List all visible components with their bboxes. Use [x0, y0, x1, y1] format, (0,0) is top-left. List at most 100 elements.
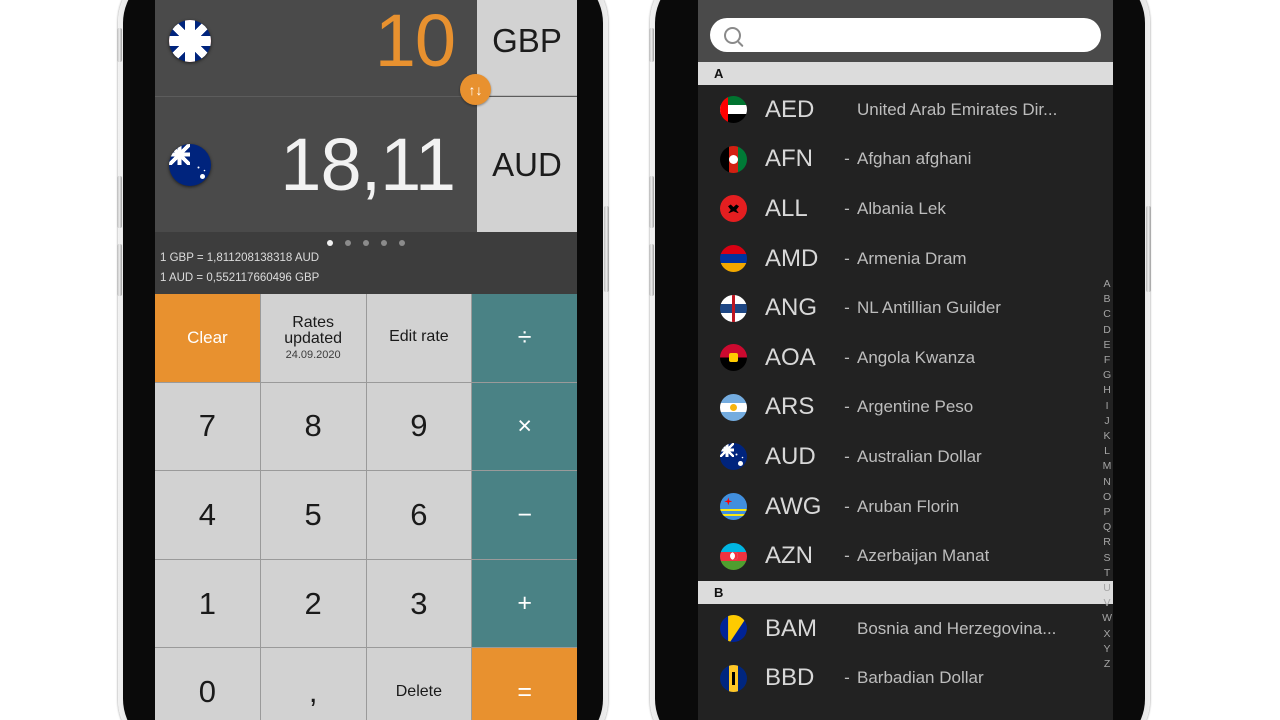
- page-dot-1[interactable]: [327, 240, 333, 246]
- rate-line-reverse: 1 AUD = 0,552117660496 GBP: [160, 271, 320, 284]
- key-delete[interactable]: Delete: [366, 648, 472, 720]
- currency-code: ALL: [765, 194, 808, 222]
- key-edit-rate[interactable]: Edit rate: [366, 294, 472, 382]
- page-dot-2[interactable]: [345, 240, 351, 246]
- ang-flag-icon: [720, 294, 747, 322]
- alpha-index-l[interactable]: L: [1104, 444, 1110, 459]
- swap-currencies-button[interactable]: ↑↓: [460, 74, 491, 105]
- alpha-index-k[interactable]: K: [1104, 429, 1111, 444]
- alphabet-index-scrubber[interactable]: ABCDEFGHIJKLMNOPQRSTUVWXYZ: [1102, 277, 1112, 672]
- to-currency-code[interactable]: AUD: [477, 97, 577, 232]
- alpha-index-b[interactable]: B: [1104, 292, 1111, 307]
- alpha-index-q[interactable]: Q: [1103, 520, 1111, 535]
- list-item-aoa[interactable]: AOA - Angola Kwanza: [698, 333, 1113, 383]
- australia-flag-icon[interactable]: [169, 143, 211, 186]
- list-item-aud[interactable]: AUD - Australian Dollar: [698, 432, 1113, 482]
- to-amount-value[interactable]: 18,11: [211, 127, 477, 202]
- alpha-index-i[interactable]: I: [1106, 399, 1109, 414]
- power-button-right[interactable]: [1146, 206, 1151, 292]
- page-indicator-dots[interactable]: [155, 236, 577, 249]
- list-item-ang[interactable]: ANG - NL Antillian Guilder: [698, 283, 1113, 333]
- alpha-index-d[interactable]: D: [1103, 323, 1111, 338]
- key-1[interactable]: 1: [155, 559, 260, 648]
- currency-list[interactable]: A AED United Arab Emirates Dir... AFN - …: [698, 62, 1113, 720]
- page-dot-3[interactable]: [363, 240, 369, 246]
- alpha-index-z[interactable]: Z: [1104, 657, 1110, 672]
- key-4[interactable]: 4: [155, 471, 260, 559]
- key-0[interactable]: 0: [155, 648, 260, 720]
- alpha-index-h[interactable]: H: [1103, 383, 1111, 398]
- separator-dash: -: [844, 446, 850, 466]
- alpha-index-x[interactable]: X: [1104, 627, 1111, 642]
- alpha-index-e[interactable]: E: [1104, 338, 1111, 353]
- key-8[interactable]: 8: [260, 382, 366, 471]
- key-minus[interactable]: −: [472, 471, 577, 559]
- page-dot-4[interactable]: [381, 240, 387, 246]
- volume-down-button-left[interactable]: [117, 244, 122, 296]
- phone-screen-left: 10 GBP ↑↓ 18,11 AUD 1 GBP = 1,8112081383…: [155, 0, 577, 720]
- key-rates-updated[interactable]: Rates updated 24.09.2020: [260, 294, 366, 382]
- search-input[interactable]: [749, 25, 1087, 45]
- alpha-index-s[interactable]: S: [1104, 551, 1111, 566]
- key-comma[interactable]: ,: [260, 648, 366, 720]
- key-7[interactable]: 7: [155, 382, 260, 471]
- alpha-index-n[interactable]: N: [1103, 475, 1111, 490]
- currency-name: Bosnia and Herzegovina...: [857, 618, 1057, 638]
- phone-mockup-left: 10 GBP ↑↓ 18,11 AUD 1 GBP = 1,8112081383…: [117, 0, 609, 720]
- list-item-ars[interactable]: ARS - Argentine Peso: [698, 383, 1113, 433]
- volume-up-button-right[interactable]: [649, 176, 654, 228]
- alpha-index-j[interactable]: J: [1104, 414, 1109, 429]
- alpha-index-y[interactable]: Y: [1104, 642, 1111, 657]
- separator-dash: -: [844, 546, 850, 566]
- alpha-index-t[interactable]: T: [1104, 566, 1110, 581]
- ba-flag-icon: [720, 615, 747, 643]
- alpha-index-u[interactable]: U: [1103, 581, 1111, 596]
- alpha-index-g[interactable]: G: [1103, 368, 1111, 383]
- key-2[interactable]: 2: [260, 559, 366, 648]
- alpha-index-w[interactable]: W: [1102, 611, 1112, 626]
- uk-flag-icon[interactable]: [169, 20, 211, 62]
- converter-to-row[interactable]: 18,11 AUD: [155, 97, 577, 232]
- key-5[interactable]: 5: [260, 471, 366, 559]
- list-item-amd[interactable]: AMD - Armenia Dram: [698, 234, 1113, 284]
- key-edit-rate-label: Edit rate: [389, 328, 449, 346]
- from-currency-code[interactable]: GBP: [477, 0, 577, 96]
- section-header-a: A: [698, 62, 1113, 85]
- alpha-index-p[interactable]: P: [1104, 505, 1111, 520]
- key-6[interactable]: 6: [366, 471, 472, 559]
- rates-strip: 1 GBP = 1,811208138318 AUD 1 AUD = 0,552…: [155, 232, 577, 295]
- phone-mockup-right: Back Choose Currency A AED United Arab E…: [649, 0, 1151, 720]
- alpha-index-r[interactable]: R: [1103, 535, 1111, 550]
- list-item-afn[interactable]: AFN - Afghan afghani: [698, 135, 1113, 185]
- key-plus[interactable]: +: [472, 559, 577, 648]
- converter-from-row[interactable]: 10 GBP: [155, 0, 577, 97]
- list-item-bbd[interactable]: BBD - Barbadian Dollar: [698, 654, 1113, 704]
- currency-name: NL Antillian Guilder: [857, 298, 1001, 318]
- page-dot-5[interactable]: [399, 240, 405, 246]
- key-3[interactable]: 3: [366, 559, 472, 648]
- alpha-index-a[interactable]: A: [1104, 277, 1111, 292]
- key-clear[interactable]: Clear: [155, 294, 260, 382]
- list-item-azn[interactable]: AZN - Azerbaijan Manat: [698, 531, 1113, 581]
- mute-switch-right[interactable]: [649, 28, 654, 62]
- key-equals[interactable]: =: [472, 648, 577, 720]
- alpha-index-f[interactable]: F: [1104, 353, 1110, 368]
- alpha-index-v[interactable]: V: [1104, 596, 1111, 611]
- list-item-awg[interactable]: AWG - Aruban Florin: [698, 482, 1113, 532]
- alpha-index-o[interactable]: O: [1103, 490, 1111, 505]
- alpha-index-m[interactable]: M: [1103, 459, 1112, 474]
- from-amount-value[interactable]: 10: [211, 4, 477, 78]
- volume-up-button-left[interactable]: [117, 176, 122, 228]
- currency-name: Azerbaijan Manat: [857, 546, 990, 566]
- list-item-bam[interactable]: BAM Bosnia and Herzegovina...: [698, 604, 1113, 654]
- key-9[interactable]: 9: [366, 382, 472, 471]
- volume-down-button-right[interactable]: [649, 244, 654, 296]
- key-divide[interactable]: ÷: [472, 294, 577, 382]
- key-multiply[interactable]: ×: [472, 382, 577, 471]
- mute-switch-left[interactable]: [117, 28, 122, 62]
- alpha-index-c[interactable]: C: [1103, 307, 1111, 322]
- search-bar[interactable]: [710, 18, 1101, 52]
- list-item-all[interactable]: ALL - Albania Lek: [698, 184, 1113, 234]
- power-button-left[interactable]: [604, 206, 609, 292]
- list-item-aed[interactable]: AED United Arab Emirates Dir...: [698, 85, 1113, 135]
